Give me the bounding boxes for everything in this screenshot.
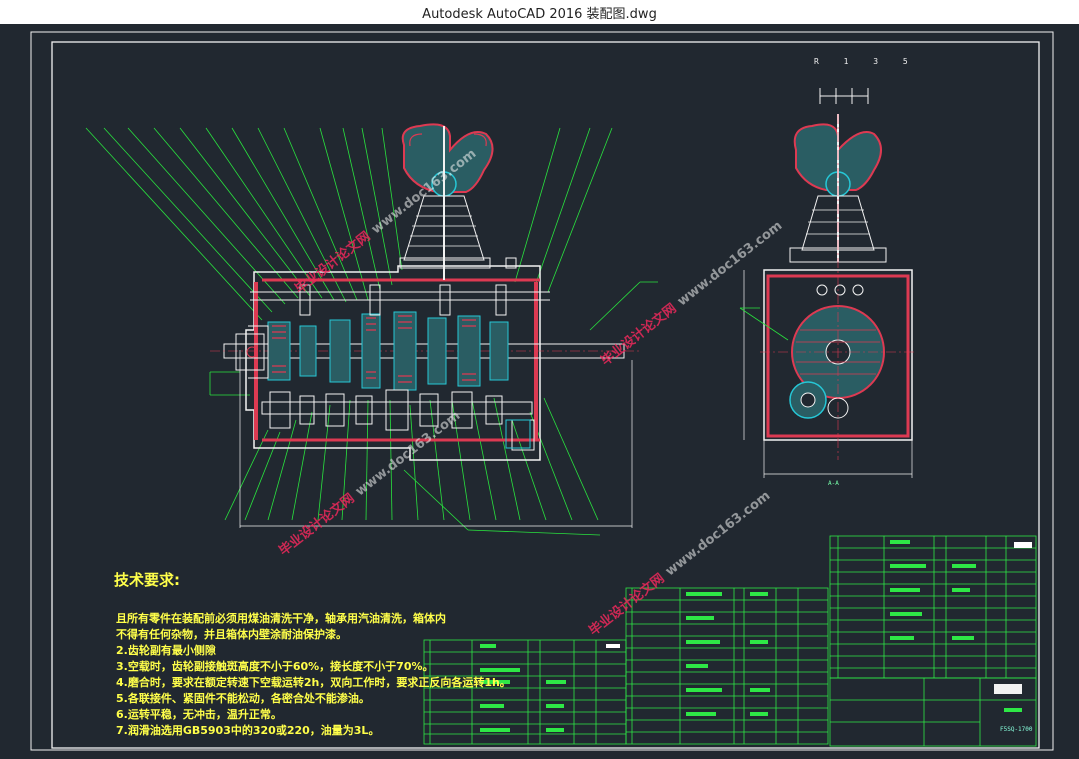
window-title: Autodesk AutoCAD 2016 装配图.dwg — [422, 7, 657, 22]
tech-req-line: 2.齿轮副有最小侧隙 — [116, 644, 216, 657]
tech-req-line: 7.润滑油选用GB5903中的320或220，油量为3L。 — [116, 724, 380, 737]
shift-pattern-diagram — [819, 88, 869, 104]
window-titlebar: Autodesk AutoCAD 2016 装配图.dwg — [0, 0, 1079, 25]
tech-req-line: 3.空载时，齿轮副接触斑高度不小于60%，接长度不小于70%。 — [116, 660, 434, 673]
shift-pattern-label: R 1 3 5 — [814, 57, 918, 66]
technical-requirements-title: 技术要求: — [114, 571, 180, 589]
tech-req-line: 不得有任何杂物，并且箱体内壁涂耐油保护漆。 — [116, 628, 347, 641]
parts-list-tables — [423, 535, 1037, 747]
tech-req-line: 4.磨合时，要求在额定转速下空载运转2h，双向工作时，要求正反向各运转1h。 — [116, 676, 511, 689]
tech-req-line: 6.运转平稳，无冲击，温升正常。 — [116, 708, 282, 721]
tech-req-line: 5.各联接件、紧固件不能松动，各密合处不能渗油。 — [116, 692, 370, 705]
section-view — [739, 88, 916, 478]
drawing-canvas[interactable]: R 1 3 5 A-A F5SQ-1700 技术要求: 且所有零件在装配前必须用… — [0, 24, 1079, 759]
tech-req-line: 且所有零件在装配前必须用煤油清洗干净，轴承用汽油清洗，箱体内 — [116, 612, 446, 625]
section-label: A-A — [828, 480, 839, 487]
title-block-code: F5SQ-1700 — [1000, 726, 1033, 733]
